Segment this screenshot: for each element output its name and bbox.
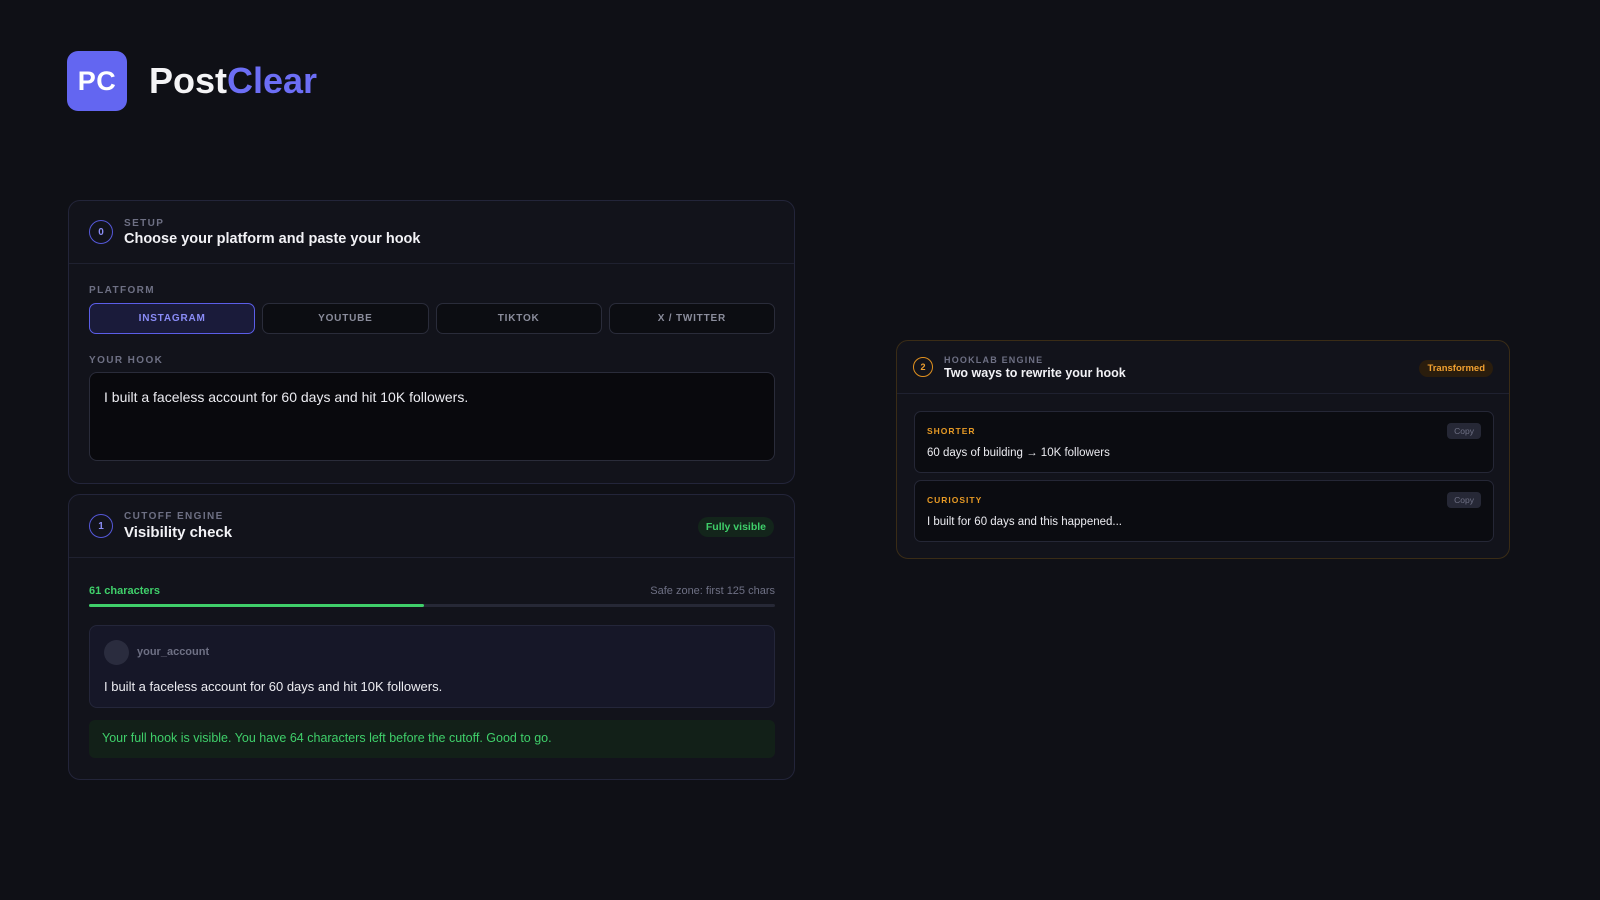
- brand-name: PostClear: [149, 60, 317, 102]
- app-page: PC PostClear 0 SETUP Choose your platfor…: [0, 0, 1600, 900]
- rewrite-text: 60 days of building → 10K followers: [927, 447, 1110, 459]
- preview-username: your_account: [137, 646, 210, 658]
- tab-x-twitter[interactable]: X / TWITTER: [608, 303, 775, 334]
- setup-card-header: 0 SETUP Choose your platform and paste y…: [69, 201, 794, 264]
- status-badge-transformed: Transformed: [1419, 360, 1493, 377]
- rewrite-option-shorter: SHORTER Copy 60 days of building → 10K f…: [914, 411, 1494, 473]
- tab-youtube[interactable]: YOUTUBE: [262, 303, 429, 334]
- logo-icon: PC: [67, 51, 127, 111]
- step-2-indicator: 2: [913, 357, 933, 377]
- rewrite-text: I built for 60 days and this happened...: [927, 516, 1122, 528]
- hook-label: YOUR HOOK: [89, 355, 164, 366]
- cutoff-card: 1 CUTOFF ENGINE Visibility check Fully v…: [68, 494, 795, 780]
- cutoff-title: Visibility check: [124, 524, 233, 541]
- rewrite-label: SHORTER: [927, 426, 976, 436]
- character-progress-bar: [89, 604, 775, 607]
- hooklab-card-header: 2 HOOKLAB ENGINE Two ways to rewrite you…: [897, 341, 1509, 394]
- setup-title: Choose your platform and paste your hook: [124, 230, 421, 247]
- count-row: 61 characters Safe zone: first 125 chars: [89, 585, 775, 597]
- cutoff-eyebrow: CUTOFF ENGINE: [124, 511, 224, 522]
- status-badge-visible: Fully visible: [697, 517, 774, 537]
- rewrite-option-curiosity: CURIOSITY Copy I built for 60 days and t…: [914, 480, 1494, 542]
- post-preview: your_account I built a faceless account …: [89, 625, 775, 708]
- setup-eyebrow: SETUP: [124, 217, 165, 229]
- platform-label: PLATFORM: [89, 285, 156, 296]
- brand-name-primary: Post: [149, 60, 228, 101]
- visibility-notice: Your full hook is visible. You have 64 c…: [89, 720, 775, 758]
- step-1-indicator: 1: [89, 514, 113, 538]
- character-count: 61 characters: [89, 585, 160, 597]
- step-0-indicator: 0: [89, 220, 113, 244]
- hooklab-title: Two ways to rewrite your hook: [944, 365, 1126, 380]
- cutoff-card-header: 1 CUTOFF ENGINE Visibility check Fully v…: [69, 495, 794, 558]
- character-progress-fill: [89, 604, 424, 607]
- hooklab-eyebrow: HOOKLAB ENGINE: [944, 354, 1044, 365]
- brand-header: PC PostClear: [67, 51, 317, 111]
- preview-text: I built a faceless account for 60 days a…: [104, 679, 443, 694]
- brand-name-accent: Clear: [227, 60, 318, 101]
- copy-shorter-button[interactable]: Copy: [1447, 423, 1481, 439]
- tab-tiktok[interactable]: TIKTOK: [435, 303, 602, 334]
- platform-tabs: INSTAGRAM YOUTUBE TIKTOK X / TWITTER: [89, 303, 775, 334]
- avatar: [104, 640, 129, 665]
- copy-curiosity-button[interactable]: Copy: [1447, 492, 1481, 508]
- safe-zone-text: Safe zone: first 125 chars: [650, 585, 775, 597]
- hook-input[interactable]: I built a faceless account for 60 days a…: [89, 372, 775, 461]
- hooklab-card: 2 HOOKLAB ENGINE Two ways to rewrite you…: [896, 340, 1510, 559]
- setup-card: 0 SETUP Choose your platform and paste y…: [68, 200, 795, 484]
- tab-instagram[interactable]: INSTAGRAM: [89, 303, 256, 334]
- rewrite-label: CURIOSITY: [927, 495, 983, 505]
